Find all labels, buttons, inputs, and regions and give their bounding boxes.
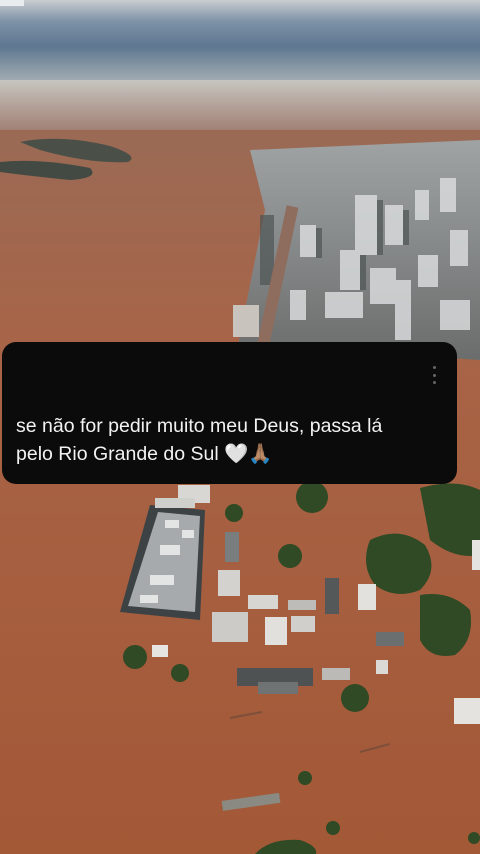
sky-glare	[0, 0, 24, 6]
post-text-line-2: pelo Rio Grande do Sul 🤍🙏🏽	[16, 443, 273, 465]
post-card: se não for pedir muito meu Deus, passa l…	[2, 342, 457, 484]
post-text: se não for pedir muito meu Deus, passa l…	[16, 412, 443, 468]
sky	[0, 0, 480, 84]
warehouse-roof	[233, 305, 259, 337]
post-text-line-1: se não for pedir muito meu Deus, passa l…	[16, 415, 383, 437]
more-vertical-icon[interactable]	[427, 366, 441, 384]
